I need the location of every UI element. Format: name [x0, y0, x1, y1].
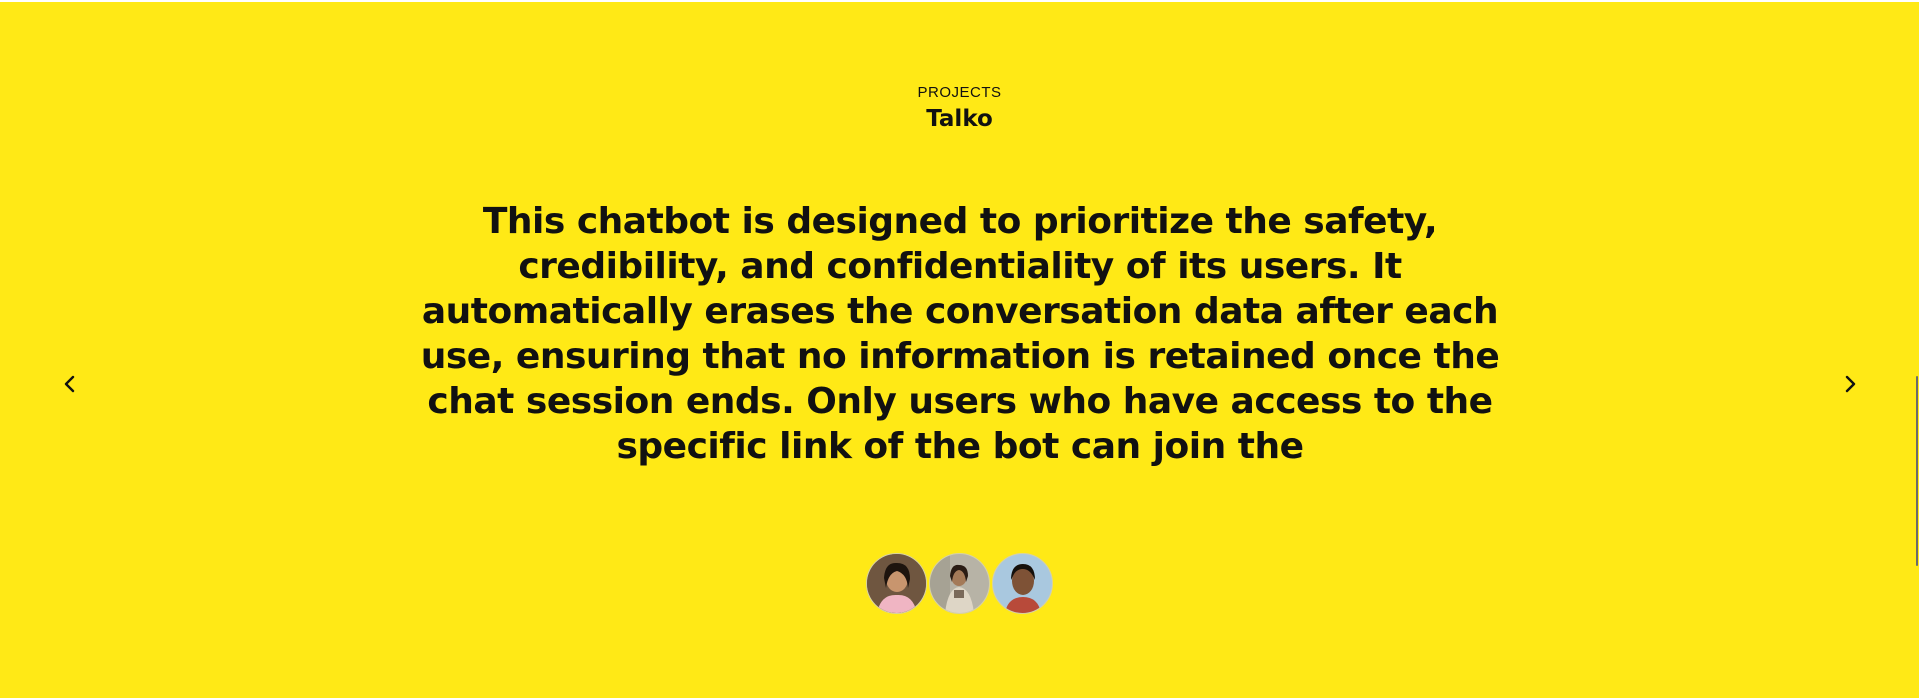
- previous-button[interactable]: [50, 364, 90, 404]
- project-description: This chatbot is designed to prioritize t…: [420, 201, 1500, 467]
- avatar: [866, 553, 927, 614]
- avatar: [929, 553, 990, 614]
- project-title: Talko: [926, 106, 993, 132]
- next-button[interactable]: [1830, 364, 1870, 404]
- team-avatars: [0, 553, 1919, 614]
- scrollbar-thumb[interactable]: [1916, 376, 1918, 566]
- section-label: PROJECTS: [917, 84, 1002, 101]
- chevron-left-icon: [64, 375, 75, 393]
- chevron-right-icon: [1845, 375, 1856, 393]
- projects-section: PROJECTS Talko This chatbot is designed …: [0, 2, 1919, 698]
- avatar: [992, 553, 1053, 614]
